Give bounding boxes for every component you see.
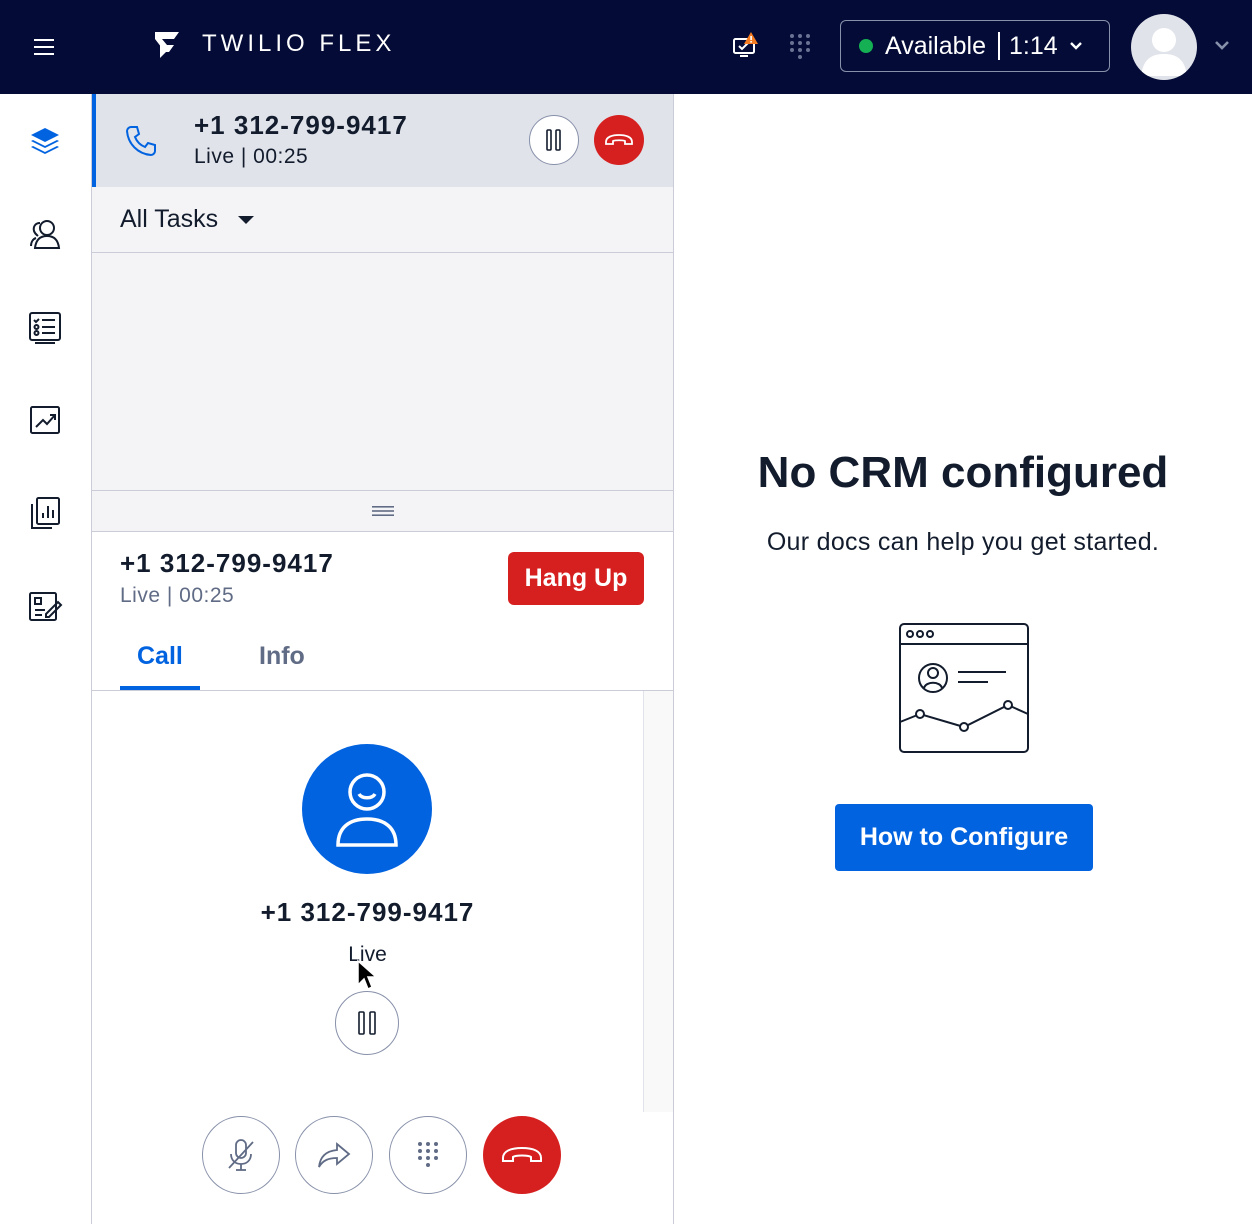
pause-icon: [546, 129, 561, 151]
resize-handle[interactable]: [92, 490, 673, 532]
crm-panel: No CRM configured Our docs can help you …: [674, 94, 1252, 1224]
activity-monitor-icon[interactable]: [728, 28, 762, 62]
caret-down-icon: [238, 215, 255, 224]
transfer-button[interactable]: [295, 1116, 373, 1194]
nav-quality-edit-icon[interactable]: [26, 587, 64, 625]
tab-call[interactable]: Call: [137, 642, 183, 671]
mute-button[interactable]: [202, 1116, 280, 1194]
nav-analytics-trend-icon[interactable]: [26, 401, 64, 439]
dialpad-icon[interactable]: [786, 30, 814, 62]
dialpad-icon: [418, 1142, 438, 1167]
call-header-status: Live | 00:25: [120, 584, 235, 607]
status-indicator: [859, 39, 873, 53]
task-filter-dropdown[interactable]: All Tasks: [92, 187, 673, 253]
app-logo: TWILIO FLEX: [152, 28, 395, 60]
user-icon: [336, 773, 398, 847]
call-header-number: +1 312-799-9417: [120, 548, 334, 578]
task-card-hold-button[interactable]: [529, 115, 579, 165]
hang-up-button[interactable]: Hang Up: [508, 552, 644, 605]
caller-number: +1 312-799-9417: [260, 897, 475, 927]
user-avatar[interactable]: [1131, 14, 1197, 80]
hang-up-icon: [502, 1146, 542, 1162]
chevron-down-icon: [1069, 42, 1082, 50]
user-menu-chevron-icon[interactable]: [1213, 38, 1231, 52]
scrollbar[interactable]: [643, 691, 673, 1112]
nav-reports-icon[interactable]: [26, 494, 64, 532]
dialpad-button[interactable]: [389, 1116, 467, 1194]
task-filter-label: All Tasks: [120, 205, 219, 233]
crm-subtitle: Our docs can help you get started.: [766, 528, 1160, 556]
pause-icon: [358, 1011, 376, 1035]
call-canvas: +1 312-799-9417 Live: [92, 691, 673, 1224]
nav-teams-agents-icon[interactable]: [26, 215, 64, 253]
drag-handle-icon: [371, 506, 394, 516]
active-tab-indicator: [120, 686, 200, 690]
status-timer: 1:14: [1009, 31, 1058, 60]
menu-icon[interactable]: [30, 33, 58, 61]
flex-logo-icon: [155, 32, 179, 58]
crm-illustration-icon: [899, 623, 1029, 753]
end-call-button[interactable]: [483, 1116, 561, 1194]
nav-queues-list-icon[interactable]: [26, 308, 64, 346]
call-tabs: Call Info: [92, 634, 673, 691]
crm-title: No CRM configured: [757, 448, 1169, 497]
task-card-hangup-button[interactable]: [594, 115, 644, 165]
activity-status-dropdown[interactable]: Available 1:14: [840, 20, 1110, 72]
top-bar: TWILIO FLEX Available 1:14: [0, 0, 1252, 94]
task-card-number: +1 312-799-9417: [194, 110, 408, 140]
task-card-selected[interactable]: +1 312-799-9417 Live | 00:25: [92, 94, 673, 187]
how-to-configure-button[interactable]: How to Configure: [835, 804, 1093, 871]
hold-button[interactable]: [335, 991, 399, 1055]
forward-arrow-icon: [318, 1142, 351, 1168]
nav-agent-desktop-layers-icon[interactable]: [26, 122, 64, 160]
status-separator: [998, 32, 1001, 60]
task-list-area: [92, 253, 673, 490]
task-list-panel: +1 312-799-9417 Live | 00:25 All Tasks +…: [92, 94, 674, 1224]
app-title: TWILIO FLEX: [202, 30, 396, 57]
status-label: Available: [885, 31, 987, 60]
mouse-cursor-icon: [357, 959, 378, 991]
hang-up-icon: [605, 134, 633, 145]
microphone-muted-icon: [228, 1139, 254, 1171]
task-card-status: Live | 00:25: [194, 145, 309, 168]
caller-avatar: [302, 744, 432, 874]
tab-info[interactable]: Info: [259, 642, 305, 671]
side-nav: [0, 94, 92, 1224]
phone-icon: [125, 126, 156, 157]
